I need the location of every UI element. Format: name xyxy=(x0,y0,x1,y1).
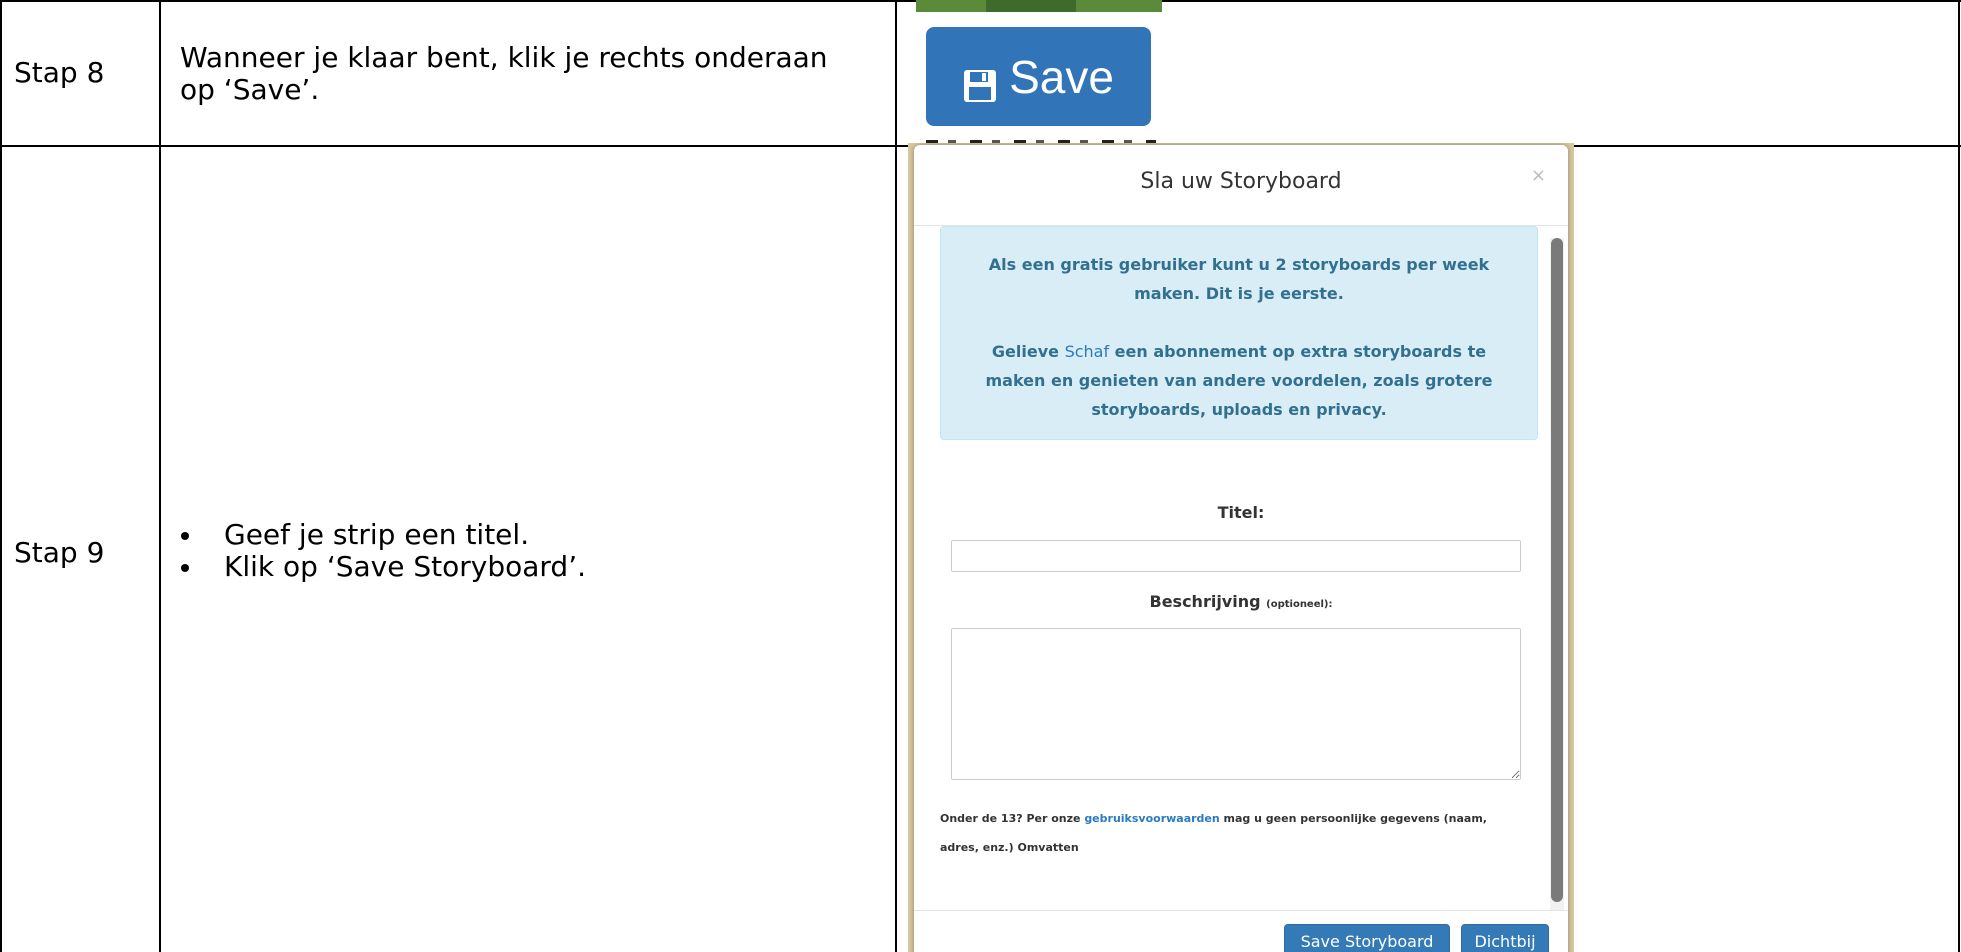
subscribe-link[interactable]: Schaf xyxy=(1065,342,1110,361)
step-9-bullet-1-text: Geef je strip een titel. xyxy=(224,518,530,551)
save-dialog-screenshot: Sla uw Storyboard × Als een gratis gebru… xyxy=(908,143,1574,952)
bullet-icon xyxy=(181,564,189,572)
step-9-bullet-2: Klik op ‘Save Storyboard’. xyxy=(181,551,586,583)
step-9-bullet-1: Geef je strip een titel. xyxy=(181,519,586,551)
terms-of-use-link[interactable]: gebruiksvoorwaarden xyxy=(1084,812,1219,825)
save-button-label: Save xyxy=(1009,50,1114,103)
step-9-label: Stap 9 xyxy=(14,536,105,569)
bullet-icon xyxy=(181,532,189,540)
description-optional-hint: (optioneel): xyxy=(1266,599,1333,610)
close-icon[interactable]: × xyxy=(1531,165,1546,186)
table-column-divider-1 xyxy=(159,0,161,952)
save-storyboard-button[interactable]: Save Storyboard xyxy=(1284,924,1450,952)
modal-title: Sla uw Storyboard xyxy=(1140,169,1342,194)
title-input[interactable] xyxy=(951,540,1521,572)
modal-footer: Save Storyboard Dichtbij xyxy=(914,910,1568,952)
info-text-quota: Als een gratis gebruiker kunt u 2 storyb… xyxy=(988,255,1490,303)
free-user-info-alert: Als een gratis gebruiker kunt u 2 storyb… xyxy=(940,226,1538,440)
terms-prefix: Onder de 13? Per onze xyxy=(940,812,1085,825)
table-border-left xyxy=(0,0,2,952)
info-text-subscribe-prefix: Gelieve xyxy=(991,342,1065,361)
table-column-divider-2 xyxy=(895,0,897,952)
save-button-screenshot: Save xyxy=(916,0,1162,148)
title-label: Titel: xyxy=(1217,503,1265,522)
description-label: Beschrijving (optioneel): xyxy=(914,592,1568,611)
step-8-label: Stap 8 xyxy=(14,56,105,89)
table-border-right xyxy=(1958,0,1960,952)
description-textarea[interactable] xyxy=(951,628,1521,780)
step-8-instruction-line-2: op ‘Save’. xyxy=(180,73,320,106)
step-9-instructions: Geef je strip een titel. Klik op ‘Save S… xyxy=(181,519,586,583)
save-button[interactable]: Save xyxy=(926,27,1151,126)
editor-background-strip xyxy=(916,0,1162,12)
floppy-disk-icon xyxy=(963,60,997,102)
step-8-instruction: Wanneer je klaar bent, klik je rechts on… xyxy=(180,42,828,106)
step-8-instruction-line-1: Wanneer je klaar bent, klik je rechts on… xyxy=(180,41,828,74)
info-text-subscribe: Gelieve Schaf een abonnement op extra st… xyxy=(941,337,1537,424)
description-label-text: Beschrijving xyxy=(1149,592,1261,611)
modal-header: Sla uw Storyboard × xyxy=(914,145,1568,226)
step-9-bullet-2-text: Klik op ‘Save Storyboard’. xyxy=(224,550,586,583)
close-dialog-button[interactable]: Dichtbij xyxy=(1461,924,1549,952)
modal-body: Als een gratis gebruiker kunt u 2 storyb… xyxy=(914,226,1568,910)
save-storyboard-modal: Sla uw Storyboard × Als een gratis gebru… xyxy=(914,145,1568,952)
age-terms-notice: Onder de 13? Per onze gebruiksvoorwaarde… xyxy=(940,804,1500,862)
